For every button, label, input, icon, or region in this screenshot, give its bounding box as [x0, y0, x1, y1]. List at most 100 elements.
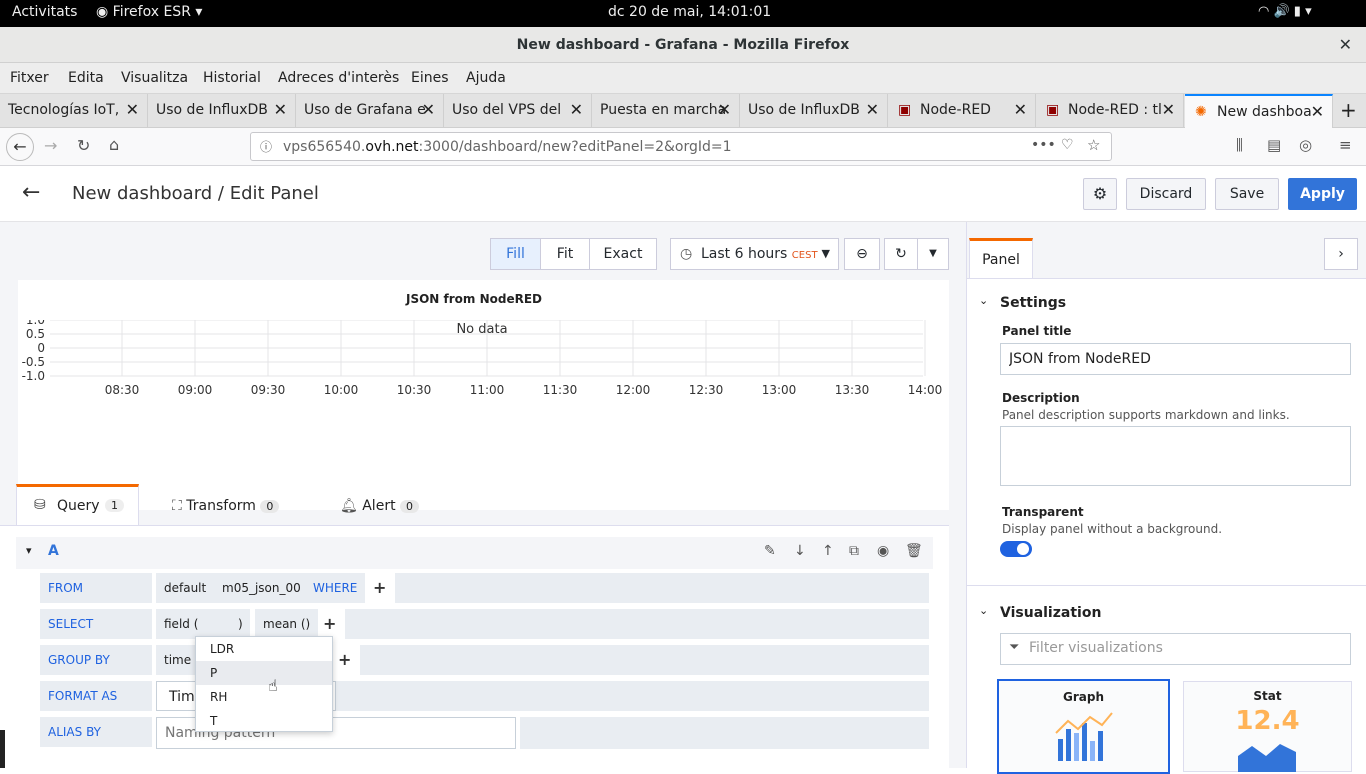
groupby-label: GROUP BY: [40, 645, 152, 675]
visualization-heading[interactable]: Visualization: [1000, 605, 1101, 621]
sidebar-icon[interactable]: ▤: [1267, 136, 1281, 154]
menu-visualitza[interactable]: Visualitza: [121, 70, 188, 86]
browser-tab[interactable]: Uso del VPS del ✕: [444, 94, 592, 128]
select-mean[interactable]: mean (): [255, 609, 319, 639]
zoom-out-icon[interactable]: ⊖: [844, 238, 880, 270]
pencil-icon[interactable]: ✎: [764, 543, 776, 559]
navigation-bar: ← → ↻ ⌂ ⓘ vps656540.ovh.net:3000/dashboa…: [0, 128, 1366, 166]
menu-edita[interactable]: Edita: [68, 70, 104, 86]
tab-alert[interactable]: 🔔︎ Alert 0: [340, 498, 420, 514]
add-where-icon[interactable]: +: [373, 573, 386, 603]
close-tab-icon[interactable]: ✕: [126, 100, 139, 119]
browser-tab[interactable]: ▣ Node-RED ✕: [888, 94, 1036, 128]
eye-icon[interactable]: ◉: [877, 543, 889, 559]
close-icon[interactable]: ✕: [1339, 27, 1352, 63]
hamburger-menu-icon[interactable]: ≡: [1339, 136, 1352, 154]
clock[interactable]: dc 20 de mai, 14:01:01: [608, 4, 771, 20]
database-icon: ⛁: [34, 497, 46, 513]
move-up-icon[interactable]: ↑: [822, 543, 834, 559]
query-row-header[interactable]: ▾ A ✎ ↓ ↑ ⧉ ◉ 🗑︎: [16, 537, 933, 569]
transparent-toggle[interactable]: [1000, 541, 1032, 557]
reload-icon[interactable]: ↻: [77, 136, 90, 155]
status-icons[interactable]: ◠ 🔊 ▮ ▾: [1258, 4, 1312, 19]
browser-tab[interactable]: Uso de InfluxDB ✕: [148, 94, 296, 128]
browser-tab-active[interactable]: ✺ New dashboa ✕: [1185, 94, 1333, 128]
library-icon[interactable]: ⫼: [1236, 136, 1243, 154]
dropdown-option[interactable]: T: [196, 709, 332, 733]
activities-button[interactable]: Activitats: [12, 4, 77, 20]
url-bar[interactable]: ⓘ vps656540.ovh.net:3000/dashboard/new?e…: [250, 132, 1112, 161]
panel-title-input[interactable]: [1000, 343, 1351, 375]
back-arrow-icon[interactable]: ←: [22, 180, 40, 205]
add-groupby-icon[interactable]: +: [338, 645, 351, 675]
hand-cursor-icon: ☝: [268, 676, 278, 695]
menu-fitxer[interactable]: Fitxer: [10, 70, 49, 86]
description-help: Panel description supports markdown and …: [1002, 408, 1290, 422]
refresh-icon[interactable]: ↻: [884, 238, 918, 270]
discard-button[interactable]: Discard: [1126, 178, 1206, 210]
menu-ajuda[interactable]: Ajuda: [466, 70, 506, 86]
settings-chevron-icon[interactable]: ⌄: [979, 294, 988, 307]
back-icon[interactable]: ←: [6, 133, 34, 161]
description-textarea[interactable]: [1000, 426, 1351, 486]
browser-tab[interactable]: Uso de Grafana e ✕: [296, 94, 444, 128]
url-domain: ovh.net: [365, 139, 419, 155]
menu-historial[interactable]: Historial: [203, 70, 261, 86]
x-tick-label: 11:00: [470, 383, 505, 397]
browser-tab[interactable]: Tecnologías IoT, ✕: [0, 94, 148, 128]
settings-heading[interactable]: Settings: [1000, 295, 1066, 311]
select-field[interactable]: field (): [156, 609, 250, 639]
menu-eines[interactable]: Eines: [411, 70, 449, 86]
collapse-pane-chevron-icon[interactable]: ›: [1324, 238, 1358, 270]
dropdown-option[interactable]: LDR: [196, 637, 332, 661]
tab-query[interactable]: ⛁ Query 1: [16, 484, 139, 526]
new-tab-icon[interactable]: +: [1340, 98, 1357, 122]
trash-icon[interactable]: 🗑︎: [905, 543, 923, 559]
close-tab-icon[interactable]: ✕: [718, 100, 731, 119]
forward-icon[interactable]: →: [44, 136, 57, 155]
settings-gear-icon[interactable]: ⚙: [1083, 178, 1117, 210]
dropdown-option[interactable]: RH: [196, 685, 332, 709]
duplicate-icon[interactable]: ⧉: [849, 543, 859, 559]
home-icon[interactable]: ⌂: [109, 135, 119, 154]
visualization-chevron-icon[interactable]: ⌄: [979, 604, 988, 617]
tab-transform[interactable]: ⛶ Transform 0: [172, 498, 280, 514]
grafana-icon: ✺: [1195, 104, 1207, 120]
refresh-interval-chevron-icon[interactable]: ▼: [917, 238, 949, 270]
from-db[interactable]: default: [156, 573, 215, 603]
info-icon[interactable]: ⓘ: [260, 138, 272, 155]
stat-value: 12.4: [1235, 706, 1300, 736]
from-measurement[interactable]: m05_json_00: [214, 573, 309, 603]
close-tab-icon[interactable]: ✕: [1162, 100, 1175, 119]
menu-adreces[interactable]: Adreces d'interès: [278, 70, 399, 86]
formatas-label: FORMAT AS: [40, 681, 152, 711]
tab-panel[interactable]: Panel: [969, 238, 1033, 279]
firefox-app-menu[interactable]: ◉ Firefox ESR ▾: [96, 4, 202, 20]
viz-graph-card[interactable]: Graph: [997, 679, 1170, 774]
move-down-icon[interactable]: ↓: [794, 543, 806, 559]
account-icon[interactable]: ◎: [1299, 136, 1312, 154]
time-range-picker[interactable]: ◷ Last 6 hours CEST ▼: [670, 238, 839, 270]
close-tab-icon[interactable]: ✕: [274, 100, 287, 119]
pocket-icon[interactable]: ♡: [1061, 137, 1074, 153]
close-tab-icon[interactable]: ✕: [866, 100, 879, 119]
add-select-icon[interactable]: +: [323, 609, 336, 639]
fill-button[interactable]: Fill: [490, 238, 541, 270]
fit-button[interactable]: Fit: [540, 238, 590, 270]
viz-stat-card[interactable]: Stat 12.4: [1183, 681, 1352, 772]
save-button[interactable]: Save: [1215, 178, 1279, 210]
close-tab-icon[interactable]: ✕: [1311, 102, 1324, 121]
page-actions-icon[interactable]: •••: [1031, 137, 1056, 153]
bookmark-star-icon[interactable]: ☆: [1087, 136, 1100, 154]
browser-tab[interactable]: Uso de InfluxDB ✕: [740, 94, 888, 128]
close-tab-icon[interactable]: ✕: [570, 100, 583, 119]
close-tab-icon[interactable]: ✕: [422, 100, 435, 119]
close-tab-icon[interactable]: ✕: [1014, 100, 1027, 119]
dropdown-option-hover[interactable]: P: [196, 661, 332, 685]
apply-button[interactable]: Apply: [1288, 178, 1357, 210]
filter-visualizations-input[interactable]: ⏷ Filter visualizations: [1000, 633, 1351, 665]
browser-tab[interactable]: Puesta en marcha ✕: [592, 94, 740, 128]
exact-button[interactable]: Exact: [589, 238, 657, 270]
browser-tab[interactable]: ▣ Node-RED : tl ✕: [1036, 94, 1184, 128]
collapse-chevron-icon[interactable]: ▾: [26, 544, 32, 557]
